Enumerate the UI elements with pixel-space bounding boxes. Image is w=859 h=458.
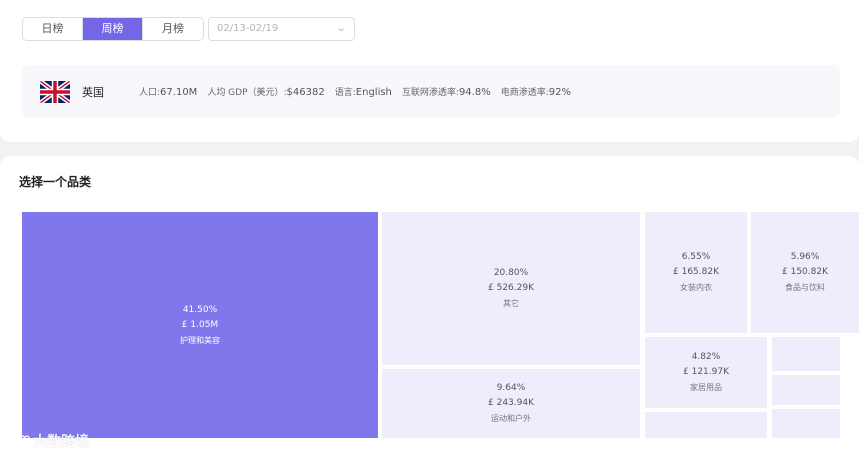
- treemap-cell-home-goods[interactable]: 4.82% £ 121.97K 家居用品: [645, 337, 767, 408]
- treemap-cell-small[interactable]: [772, 409, 840, 438]
- date-range-placeholder: 02/13-02/19: [217, 23, 279, 34]
- treemap-cell-small[interactable]: [645, 412, 767, 438]
- stat-gdp: 人均 GDP（美元）:$46382: [207, 87, 325, 98]
- treemap-cell-womens-lingerie[interactable]: 6.55% £ 165.82K 女装内衣: [645, 212, 747, 333]
- stat-population: 人口:67.10M: [139, 87, 198, 98]
- date-range-select[interactable]: 02/13-02/19 ⌄: [208, 17, 355, 41]
- treemap-cell-small[interactable]: [772, 375, 840, 405]
- treemap-cell-other[interactable]: 20.80% £ 526.29K 其它: [382, 212, 640, 365]
- tab-monthly[interactable]: 月榜: [143, 18, 203, 40]
- stat-ecommerce-penetration: 电商渗透率:92%: [500, 87, 571, 98]
- watermark-logo: 大数跨境: [8, 431, 89, 451]
- stat-internet-penetration: 互联网渗透率:94.8%: [401, 87, 491, 98]
- country-name: 英国: [82, 86, 104, 99]
- tab-weekly[interactable]: 周榜: [83, 18, 143, 40]
- country-info-bar: 英国 人口:67.10M 人均 GDP（美元）:$46382 语言:Englis…: [22, 65, 840, 118]
- treemap-cell-small[interactable]: [772, 337, 840, 371]
- treemap-cell-sports-outdoor[interactable]: 9.64% £ 243.94K 运动和户外: [382, 369, 640, 438]
- treemap-cell-personal-care[interactable]: 41.50% £ 1.05M 护理和美容: [22, 212, 378, 438]
- treemap-cell-food-beverage[interactable]: 5.96% £ 150.82K 食品与饮料: [751, 212, 859, 333]
- tab-daily[interactable]: 日榜: [23, 18, 83, 40]
- watermark-text: 大数跨境: [33, 434, 89, 450]
- chevron-down-icon: ⌄: [334, 23, 347, 34]
- watermark-icon: [8, 435, 30, 447]
- section-title: 选择一个品类: [19, 175, 92, 189]
- stat-language: 语言:English: [334, 87, 392, 98]
- filter-panel: 日榜 周榜 月榜 02/13-02/19 ⌄ 英国 人口:67.10M 人均 G…: [0, 0, 859, 142]
- country-stats: 人口:67.10M 人均 GDP（美元）:$46382 语言:English 互…: [139, 85, 571, 98]
- uk-flag-icon: [40, 81, 70, 103]
- period-tabs: 日榜 周榜 月榜: [22, 17, 204, 41]
